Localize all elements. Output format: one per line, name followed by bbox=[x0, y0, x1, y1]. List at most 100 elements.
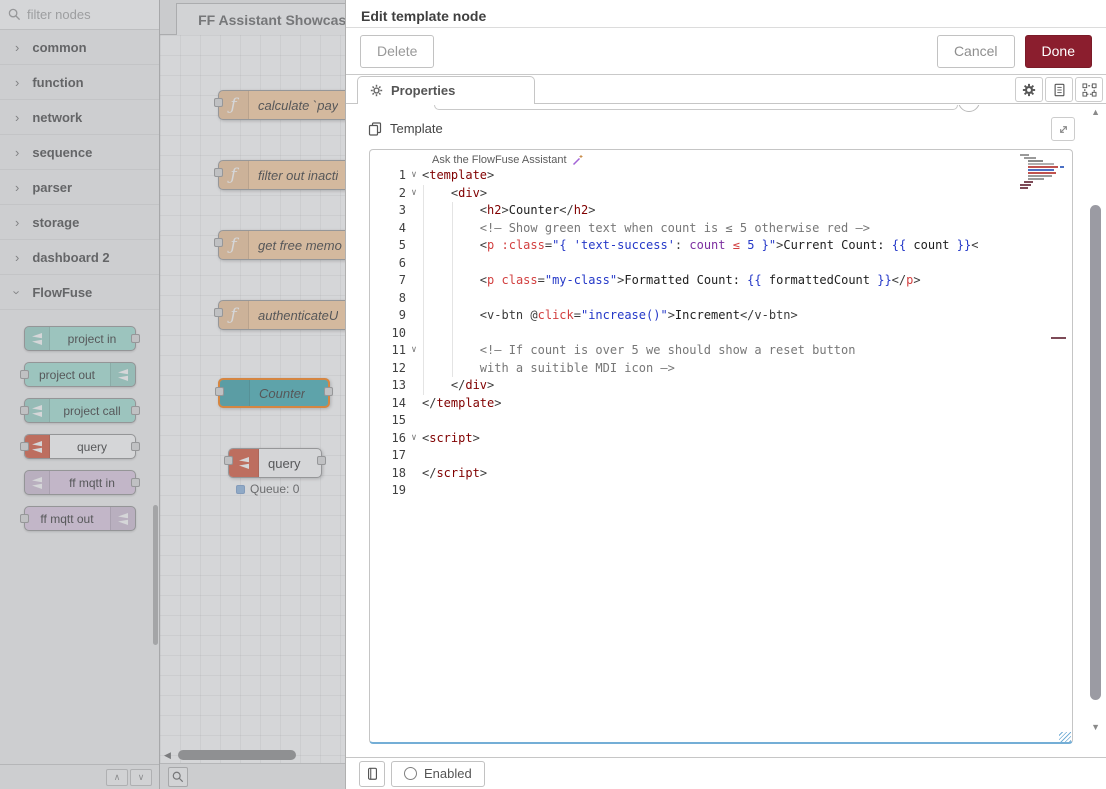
code-line-6[interactable]: 6 bbox=[370, 255, 1072, 273]
fold-icon[interactable]: ∨ bbox=[406, 430, 422, 448]
sidebar-category-network[interactable]: ›network bbox=[0, 100, 159, 135]
palette-node-query[interactable]: query bbox=[24, 434, 136, 459]
enabled-toggle-button[interactable]: Enabled bbox=[391, 761, 485, 787]
code-line-3[interactable]: 3 <h2>Counter</h2> bbox=[370, 202, 1072, 220]
code-line-1[interactable]: 1∨<template> bbox=[370, 167, 1072, 185]
sidebar-category-function[interactable]: ›function bbox=[0, 65, 159, 100]
sidebar-category-dashboard-2[interactable]: ›dashboard 2 bbox=[0, 240, 159, 275]
workspace-canvas[interactable]: FF Assistant Showcase ƒcalculate `payƒfi… bbox=[160, 0, 345, 789]
palette-search-input[interactable] bbox=[27, 7, 139, 22]
node-label: calculate `pay bbox=[249, 98, 338, 113]
description-button[interactable] bbox=[1045, 77, 1073, 102]
node-port[interactable] bbox=[215, 387, 224, 396]
expand-all-button[interactable]: ∨ bbox=[130, 769, 152, 786]
node-port[interactable] bbox=[224, 456, 233, 465]
code-line-12[interactable]: 12 with a suitible MDI icon —> bbox=[370, 360, 1072, 378]
node-get-free-memo[interactable]: ƒget free memo bbox=[218, 230, 345, 260]
appearance-button[interactable] bbox=[1075, 77, 1103, 102]
sidebar-category-parser[interactable]: ›parser bbox=[0, 170, 159, 205]
category-label: sequence bbox=[32, 145, 92, 160]
code-line-5[interactable]: 5 <p :class="{ 'text-success': count ≤ 5… bbox=[370, 237, 1072, 255]
code-line-17[interactable]: 17 bbox=[370, 447, 1072, 465]
done-button[interactable]: Done bbox=[1025, 35, 1092, 68]
fold-icon[interactable]: ∨ bbox=[406, 167, 422, 185]
code-line-19[interactable]: 19 bbox=[370, 482, 1072, 500]
dialog-scrollbar-thumb[interactable] bbox=[1090, 205, 1101, 700]
cancel-button[interactable]: Cancel bbox=[937, 35, 1015, 68]
line-number: 12 bbox=[370, 360, 406, 378]
node-port[interactable] bbox=[317, 456, 326, 465]
palette-node-project-call[interactable]: project call bbox=[24, 398, 136, 423]
node-port[interactable] bbox=[214, 168, 223, 177]
canvas-horizontal-scrollbar[interactable]: ◀ bbox=[162, 749, 342, 762]
node-port[interactable] bbox=[20, 442, 29, 451]
code-line-15[interactable]: 15 bbox=[370, 412, 1072, 430]
palette-scrollbar[interactable] bbox=[153, 505, 158, 645]
flowfuse-icon bbox=[110, 363, 135, 386]
dialog-tabbar: Properties bbox=[346, 75, 1106, 104]
node-port[interactable] bbox=[131, 442, 140, 451]
collapse-all-button[interactable]: ∧ bbox=[106, 769, 128, 786]
node-port[interactable] bbox=[214, 98, 223, 107]
template-code-editor[interactable]: Ask the FlowFuse Assistant 1∨<template>2… bbox=[369, 149, 1073, 744]
fold-icon[interactable]: ∨ bbox=[406, 185, 422, 203]
line-number: 4 bbox=[370, 220, 406, 238]
node-help-button[interactable] bbox=[359, 761, 385, 787]
node-port[interactable] bbox=[20, 406, 29, 415]
palette-node-ff-mqtt-in[interactable]: ff mqtt in bbox=[24, 470, 136, 495]
code-line-13[interactable]: 13 </div> bbox=[370, 377, 1072, 395]
scroll-down-icon[interactable]: ▼ bbox=[1091, 722, 1100, 732]
category-label: function bbox=[32, 75, 83, 90]
code-line-14[interactable]: 14</template> bbox=[370, 395, 1072, 413]
line-number: 18 bbox=[370, 465, 406, 483]
fold-gutter bbox=[406, 237, 422, 255]
node-port[interactable] bbox=[131, 334, 140, 343]
scroll-left-icon[interactable]: ◀ bbox=[164, 750, 171, 761]
delete-button[interactable]: Delete bbox=[360, 35, 434, 68]
line-number: 3 bbox=[370, 202, 406, 220]
node-port[interactable] bbox=[324, 387, 333, 396]
code-lines[interactable]: 1∨<template>2∨ <div>3 <h2>Counter</h2>4 … bbox=[370, 167, 1072, 500]
code-line-4[interactable]: 4 <!— Show green text when count is ≤ 5 … bbox=[370, 220, 1072, 238]
code-line-8[interactable]: 8 bbox=[370, 290, 1072, 308]
sidebar-category-storage[interactable]: ›storage bbox=[0, 205, 159, 240]
node-filter-out-inacti[interactable]: ƒfilter out inacti bbox=[218, 160, 345, 190]
node-query[interactable]: query bbox=[228, 448, 322, 478]
node-settings-button[interactable] bbox=[1015, 77, 1043, 102]
code-line-9[interactable]: 9 <v-btn @click="increase()">Increment</… bbox=[370, 307, 1072, 325]
node-port[interactable] bbox=[214, 308, 223, 317]
tab-properties[interactable]: Properties bbox=[357, 76, 535, 104]
navigator-button[interactable] bbox=[168, 767, 188, 787]
editor-resize-grip[interactable] bbox=[1059, 732, 1071, 742]
scroll-up-icon[interactable]: ▲ bbox=[1091, 107, 1100, 117]
node-port[interactable] bbox=[131, 478, 140, 487]
palette-node-project-in[interactable]: project in bbox=[24, 326, 136, 351]
expand-editor-button[interactable] bbox=[1051, 117, 1075, 141]
sidebar-category-sequence[interactable]: ›sequence bbox=[0, 135, 159, 170]
minimap[interactable] bbox=[1016, 154, 1064, 190]
node-port[interactable] bbox=[20, 370, 29, 379]
code-line-11[interactable]: 11∨ <!— If count is over 5 we should sho… bbox=[370, 342, 1072, 360]
sidebar-category-common[interactable]: ›common bbox=[0, 30, 159, 65]
node-authenticateu[interactable]: ƒauthenticateU bbox=[218, 300, 345, 330]
code-line-2[interactable]: 2∨ <div> bbox=[370, 185, 1072, 203]
code-line-7[interactable]: 7 <p class="my-class">Formatted Count: {… bbox=[370, 272, 1072, 290]
node-calculate-pay[interactable]: ƒcalculate `pay bbox=[218, 90, 345, 120]
palette-node-ff-mqtt-out[interactable]: ff mqtt out bbox=[24, 506, 136, 531]
palette-node-project-out[interactable]: project out bbox=[24, 362, 136, 387]
tab-ff-assistant-showcase[interactable]: FF Assistant Showcase bbox=[176, 3, 345, 35]
fold-icon[interactable]: ∨ bbox=[406, 342, 422, 360]
sidebar-category-flowfuse[interactable]: ›FlowFuse bbox=[0, 275, 159, 310]
node-port[interactable] bbox=[20, 514, 29, 523]
function-icon: ƒ bbox=[219, 231, 249, 259]
code-line-10[interactable]: 10 bbox=[370, 325, 1072, 343]
node-port[interactable] bbox=[214, 238, 223, 247]
node-counter[interactable]: Counter bbox=[218, 378, 330, 408]
palette-search[interactable] bbox=[0, 0, 159, 30]
assistant-placeholder[interactable]: Ask the FlowFuse Assistant bbox=[370, 152, 1072, 167]
code-line-16[interactable]: 16∨<script> bbox=[370, 430, 1072, 448]
code-line-18[interactable]: 18</script> bbox=[370, 465, 1072, 483]
scrollbar-thumb[interactable] bbox=[178, 750, 296, 760]
code-text: <p class="my-class">Formatted Count: {{ … bbox=[422, 272, 921, 290]
node-port[interactable] bbox=[131, 406, 140, 415]
